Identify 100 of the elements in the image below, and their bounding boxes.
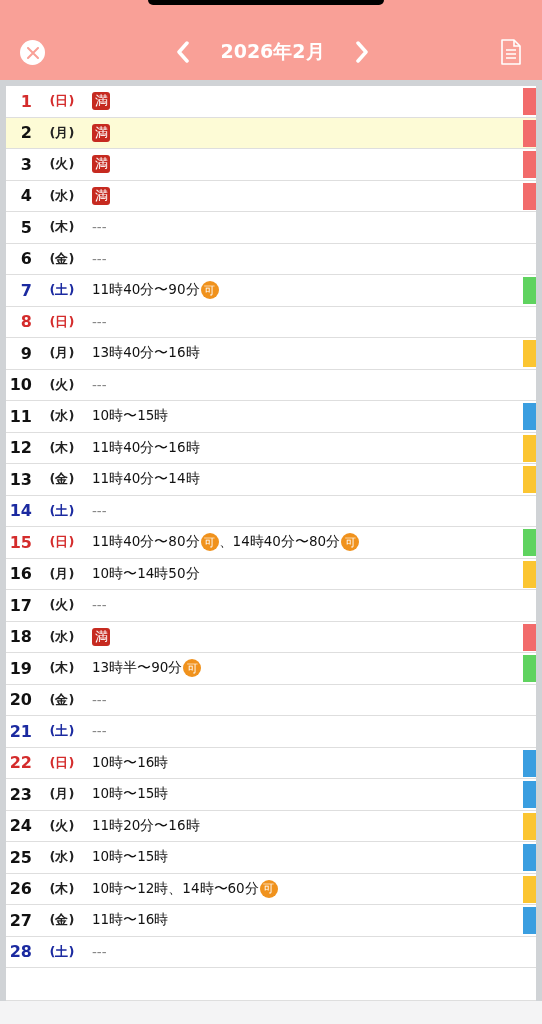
date-number: 9 <box>19 343 32 363</box>
full-badge: 満 <box>92 155 110 174</box>
day-row[interactable]: 14 (土) --- <box>6 495 536 527</box>
day-row[interactable]: 23 (月) 10時〜15時 <box>6 779 536 811</box>
no-schedule-text: --- <box>92 219 107 236</box>
day-row[interactable]: 15 (日) 11時40分〜80分 可 、14時40分〜80分 可 <box>6 527 536 559</box>
weekday-label: (月) <box>48 564 76 583</box>
day-row[interactable]: 16 (月) 10時〜14時50分 <box>6 558 536 590</box>
time-range-text: 10時〜15時 <box>92 848 169 867</box>
day-row[interactable]: 24 (火) 11時20分〜16時 <box>6 810 536 842</box>
date-number: 21 <box>8 721 32 741</box>
date-number: 7 <box>19 280 32 300</box>
weekday-label: (火) <box>48 816 76 835</box>
day-row[interactable]: 3 (火) 満 <box>6 149 536 181</box>
day-row[interactable]: 5 (木) --- <box>6 212 536 244</box>
weekday-label: (火) <box>48 596 76 615</box>
weekday-label: (木) <box>48 218 76 237</box>
date-number: 26 <box>8 879 32 899</box>
date-number: 10 <box>8 375 32 395</box>
no-schedule-text: --- <box>92 376 107 393</box>
month-title: 2026年2月 <box>220 39 325 64</box>
day-row[interactable]: 26 (木) 10時〜12時、14時〜60分 可 <box>6 873 536 905</box>
weekday-label: (水) <box>48 627 76 646</box>
day-row[interactable]: 4 (水) 満 <box>6 180 536 212</box>
time-range-text: 13時半〜90分 <box>92 659 183 678</box>
day-row[interactable]: 25 (水) 10時〜15時 <box>6 842 536 874</box>
date-number: 12 <box>8 438 32 458</box>
time-range-text: 11時20分〜16時 <box>92 816 200 835</box>
full-badge: 満 <box>92 627 110 646</box>
weekday-label: (日) <box>48 312 76 331</box>
weekday-label: (日) <box>48 92 76 111</box>
weekday-label: (土) <box>48 501 76 520</box>
date-number: 16 <box>8 564 32 584</box>
weekday-label: (木) <box>48 438 76 457</box>
time-range-text: 11時40分〜90分 <box>92 281 200 300</box>
no-schedule-text: --- <box>92 250 107 267</box>
weekday-label: (金) <box>48 470 76 489</box>
date-number: 27 <box>8 910 32 930</box>
close-button[interactable] <box>20 40 45 65</box>
weekday-label: (金) <box>48 249 76 268</box>
no-schedule-text: --- <box>92 313 107 330</box>
day-row[interactable]: 11 (水) 10時〜15時 <box>6 401 536 433</box>
weekday-label: (月) <box>48 123 76 142</box>
time-range-text: 10時〜16時 <box>92 753 169 772</box>
day-row[interactable]: 10 (火) --- <box>6 369 536 401</box>
chevron-left-icon <box>176 41 191 63</box>
day-row[interactable]: 12 (木) 11時40分〜16時 <box>6 432 536 464</box>
date-number: 5 <box>19 217 32 237</box>
time-range-text: 11時40分〜14時 <box>92 470 200 489</box>
date-number: 24 <box>8 816 32 836</box>
date-number: 25 <box>8 847 32 867</box>
time-range-text: 10時〜12時、14時〜60分 <box>92 879 259 898</box>
date-number: 19 <box>8 658 32 678</box>
day-row[interactable]: 18 (水) 満 <box>6 621 536 653</box>
weekday-label: (木) <box>48 659 76 678</box>
time-range-text: 10時〜15時 <box>92 785 169 804</box>
chevron-right-icon <box>354 41 369 63</box>
date-number: 11 <box>8 406 32 426</box>
weekday-label: (金) <box>48 690 76 709</box>
day-row[interactable]: 1 (日) 満 <box>6 86 536 118</box>
weekday-label: (日) <box>48 533 76 552</box>
document-button[interactable] <box>500 39 522 65</box>
no-schedule-text: --- <box>92 723 107 740</box>
day-row[interactable]: 6 (金) --- <box>6 243 536 275</box>
day-row[interactable]: 20 (金) --- <box>6 684 536 716</box>
day-row[interactable]: 9 (月) 13時40分〜16時 <box>6 338 536 370</box>
day-row[interactable]: 21 (土) --- <box>6 716 536 748</box>
day-row[interactable]: 27 (金) 11時〜16時 <box>6 905 536 937</box>
previous-month-button[interactable] <box>176 41 191 63</box>
available-badge: 可 <box>200 281 219 300</box>
no-schedule-text: --- <box>92 502 107 519</box>
time-range-text: 11時40分〜80分 <box>92 533 200 552</box>
full-badge: 満 <box>92 186 110 205</box>
day-row[interactable]: 7 (土) 11時40分〜90分 可 <box>6 275 536 307</box>
full-badge: 満 <box>92 123 110 142</box>
full-badge: 満 <box>92 92 110 111</box>
time-range-text: 10時〜14時50分 <box>92 564 200 583</box>
time-range-text: 11時40分〜16時 <box>92 438 200 457</box>
close-icon <box>26 46 39 59</box>
day-row[interactable]: 8 (日) --- <box>6 306 536 338</box>
weekday-label: (土) <box>48 722 76 741</box>
weekday-label: (金) <box>48 911 76 930</box>
date-number: 13 <box>8 469 32 489</box>
time-range-text: 、14時40分〜80分 <box>218 533 341 552</box>
weekday-label: (水) <box>48 407 76 426</box>
day-row[interactable]: 19 (木) 13時半〜90分 可 <box>6 653 536 685</box>
date-number: 4 <box>19 186 32 206</box>
date-number: 14 <box>8 501 32 521</box>
day-row[interactable]: 2 (月) 満 <box>6 117 536 149</box>
date-number: 6 <box>19 249 32 269</box>
time-range-text: 11時〜16時 <box>92 911 169 930</box>
date-number: 22 <box>8 753 32 773</box>
day-row[interactable]: 22 (日) 10時〜16時 <box>6 747 536 779</box>
next-month-button[interactable] <box>354 41 369 63</box>
no-schedule-text: --- <box>92 597 107 614</box>
date-number: 17 <box>8 595 32 615</box>
day-row[interactable]: 13 (金) 11時40分〜14時 <box>6 464 536 496</box>
day-row[interactable]: 17 (火) --- <box>6 590 536 622</box>
weekday-label: (水) <box>48 186 76 205</box>
date-number: 3 <box>19 154 32 174</box>
